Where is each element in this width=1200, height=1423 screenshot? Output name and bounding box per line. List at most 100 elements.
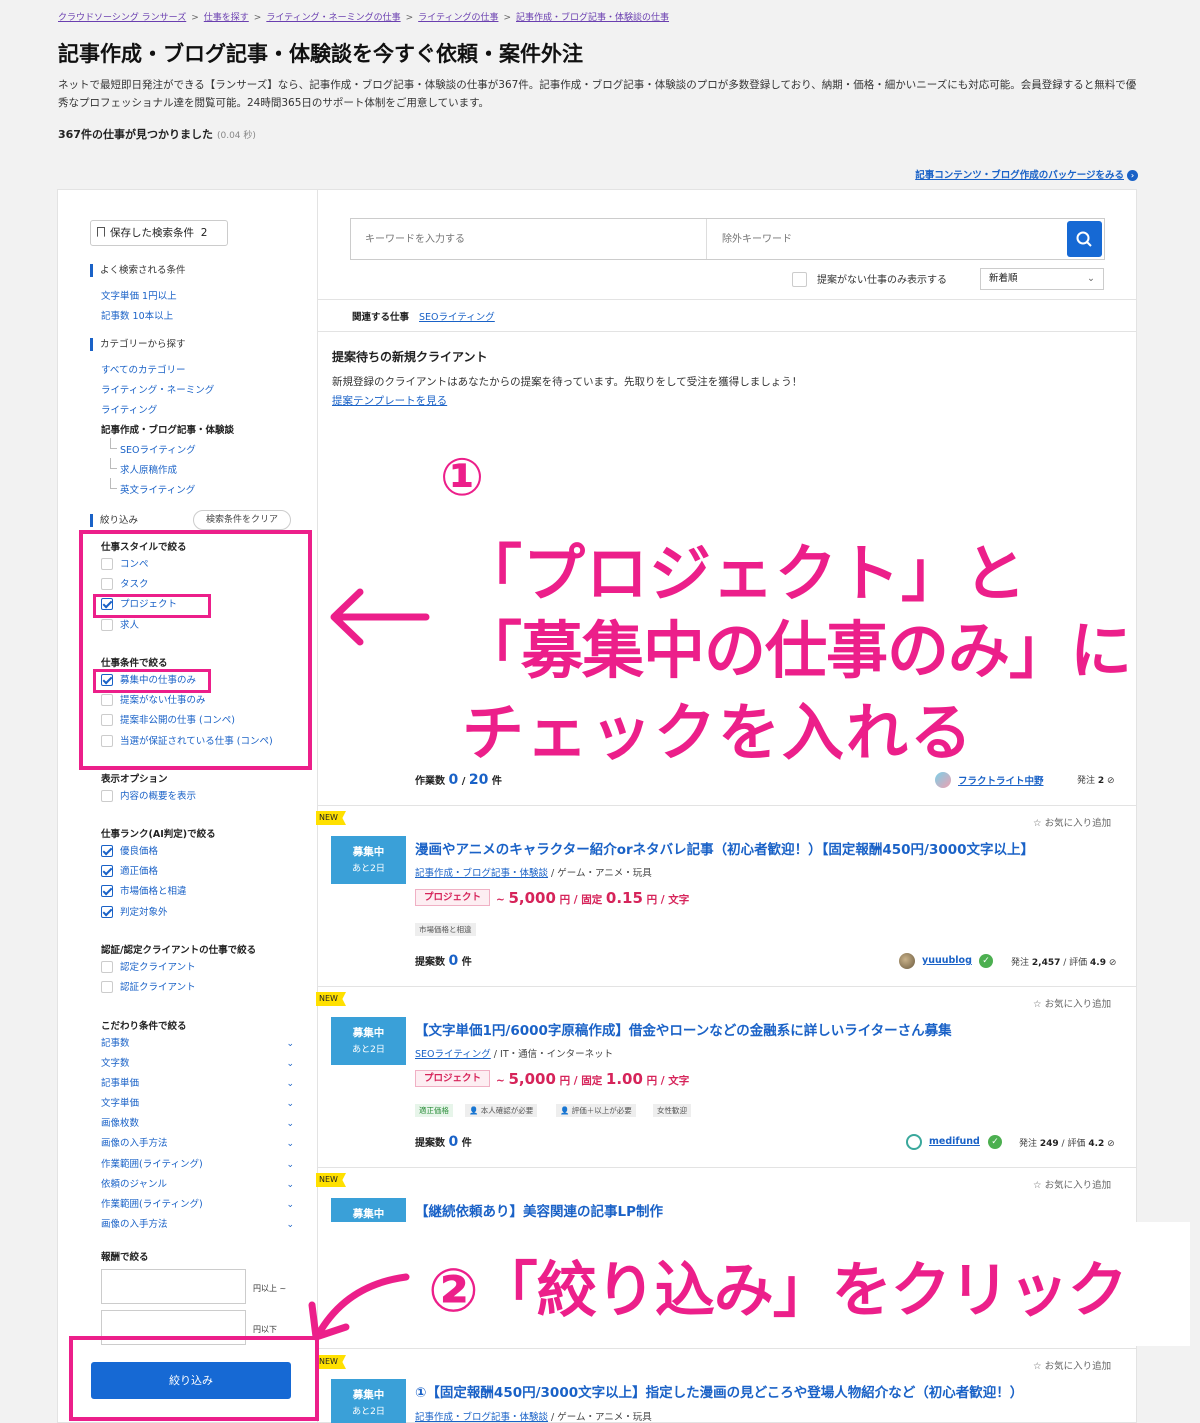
category-link[interactable]: 記事作成・ブログ記事・体験談 bbox=[415, 868, 548, 879]
package-link-text[interactable]: 記事コンテンツ・ブログ作成のパッケージをみる bbox=[915, 170, 1124, 181]
detail-dropdown[interactable]: 画像の入手方法 ⌄ bbox=[101, 1137, 294, 1151]
client-name[interactable]: フラクトライト中野 bbox=[958, 773, 1044, 787]
user-icon: 👤 bbox=[469, 1106, 479, 1115]
breadcrumb-item[interactable]: ライティング・ネーミングの仕事 bbox=[266, 13, 400, 23]
dropdown-label: 文字単価 bbox=[101, 1098, 140, 1109]
new-badge: NEW bbox=[316, 992, 346, 1006]
price-amount: 5,000 bbox=[508, 889, 556, 907]
detail-dropdown[interactable]: 作業範囲(ライティング) ⌄ bbox=[101, 1198, 294, 1212]
popular-condition-link[interactable]: 文字単価 1円以上 bbox=[101, 288, 177, 302]
keyword-input[interactable] bbox=[351, 219, 707, 259]
proposal-template-link[interactable]: 提案テンプレートを見る bbox=[332, 393, 447, 408]
status-box: 募集中 bbox=[331, 1198, 406, 1222]
favorite-button[interactable]: ☆ お気に入り追加 bbox=[1033, 996, 1111, 1010]
sidebar bbox=[57, 189, 318, 1423]
breadcrumb-item[interactable]: ライティングの仕事 bbox=[418, 13, 498, 23]
favorite-label: お気に入り追加 bbox=[1044, 999, 1112, 1010]
unit-price: 1.00 bbox=[605, 1070, 643, 1088]
new-badge: NEW bbox=[316, 1355, 346, 1369]
sub-category-link[interactable]: 求人原稿作成 bbox=[109, 458, 177, 476]
checkbox-checked[interactable] bbox=[101, 905, 113, 918]
option-label: 優良価格 bbox=[120, 846, 159, 857]
dropdown-label: 画像の入手方法 bbox=[101, 1138, 168, 1149]
no-proposal-filter[interactable]: 提案がない仕事のみ表示する bbox=[792, 271, 947, 288]
checkbox[interactable] bbox=[101, 980, 113, 993]
checkbox[interactable] bbox=[792, 271, 807, 287]
job-title[interactable]: 【継続依頼あり】美容関連の記事LP制作 bbox=[415, 1200, 663, 1220]
status-label: 募集中 bbox=[352, 1208, 385, 1220]
search-icon bbox=[1076, 231, 1092, 247]
block-icon[interactable]: ⊘ bbox=[1109, 958, 1117, 968]
block-icon[interactable]: ⊘ bbox=[1107, 776, 1115, 786]
related-link[interactable]: SEOライティング bbox=[419, 312, 495, 323]
client-name[interactable]: medifund bbox=[929, 1136, 980, 1147]
job-title[interactable]: 【文字単価1円/6000字原稿作成】借金やローンなどの金融系に詳しいライターさん… bbox=[415, 1019, 952, 1039]
option-label: 市場価格と相違 bbox=[120, 886, 187, 897]
detail-dropdown[interactable]: 記事数 ⌄ bbox=[101, 1037, 294, 1051]
result-count: 367件の仕事が見つかりました (0.04 秒) bbox=[58, 126, 256, 142]
project-tag: プロジェクト bbox=[415, 889, 491, 906]
rank-option[interactable]: 適正価格 bbox=[101, 864, 158, 879]
detail-dropdown[interactable]: 文字数 ⌄ bbox=[101, 1057, 294, 1071]
avatar[interactable] bbox=[906, 1134, 922, 1150]
detail-dropdown[interactable]: 画像枚数 ⌄ bbox=[101, 1117, 294, 1131]
detail-dropdown[interactable]: 作業範囲(ライティング) ⌄ bbox=[101, 1158, 294, 1172]
rank-option[interactable]: 判定対象外 bbox=[101, 905, 168, 920]
breadcrumb-item[interactable]: 仕事を探す bbox=[204, 13, 249, 23]
category-link[interactable]: 記事作成・ブログ記事・体験談 bbox=[415, 1412, 548, 1423]
detail-dropdown[interactable]: 記事単価 ⌄ bbox=[101, 1077, 294, 1091]
checkbox-checked[interactable] bbox=[101, 844, 113, 857]
clear-conditions-button[interactable]: 検索条件をクリア bbox=[193, 510, 291, 530]
price-amount: 5,000 bbox=[508, 1070, 556, 1088]
sub-category-link[interactable]: SEOライティング bbox=[110, 438, 196, 456]
checkbox[interactable] bbox=[101, 960, 113, 973]
checkbox-checked[interactable] bbox=[101, 864, 113, 877]
avatar[interactable] bbox=[899, 953, 915, 969]
rank-option[interactable]: 優良価格 bbox=[101, 844, 159, 859]
detail-dropdown[interactable]: 依頼のジャンル ⌄ bbox=[101, 1178, 294, 1192]
package-link[interactable]: 記事コンテンツ・ブログ作成のパッケージをみる › bbox=[915, 167, 1138, 181]
breadcrumb-item[interactable]: 記事作成・ブログ記事・体験談の仕事 bbox=[516, 13, 669, 23]
unit-price-suffix: 円 / 文字 bbox=[646, 894, 690, 906]
project-tag: プロジェクト bbox=[415, 1070, 491, 1087]
detail-condition-heading: こだわり条件で絞る bbox=[101, 1021, 187, 1032]
rating: 4.2 bbox=[1088, 1139, 1105, 1149]
reward-min-input[interactable] bbox=[101, 1269, 246, 1304]
cert-option[interactable]: 認証クライアント bbox=[101, 980, 196, 995]
client-name[interactable]: yuuublog bbox=[922, 955, 972, 966]
category-link[interactable]: SEOライティング bbox=[415, 1049, 491, 1060]
breadcrumb-item[interactable]: クラウドソーシング ランサーズ bbox=[58, 13, 186, 23]
popular-condition-link[interactable]: 記事数 10本以上 bbox=[101, 308, 173, 322]
proposal-count: 提案数 0 件 bbox=[415, 953, 472, 969]
related-label: 関連する仕事 bbox=[352, 312, 410, 323]
work-count-total: 20 bbox=[468, 772, 489, 788]
favorite-button[interactable]: ☆ お気に入り追加 bbox=[1033, 815, 1111, 829]
reward-max-unit: 円以下 bbox=[253, 1325, 277, 1334]
detail-dropdown[interactable]: 画像の入手方法 ⌄ bbox=[101, 1218, 294, 1232]
cert-option[interactable]: 認定クライアント bbox=[101, 960, 196, 975]
status-box: 募集中 あと2日 bbox=[331, 1017, 406, 1065]
favorite-button[interactable]: ☆ お気に入り追加 bbox=[1033, 1177, 1111, 1191]
checkbox[interactable] bbox=[101, 789, 113, 802]
display-option-summary[interactable]: 内容の概要を表示 bbox=[101, 789, 196, 804]
category-link[interactable]: ライティング bbox=[101, 402, 157, 416]
category-link[interactable]: ライティング・ネーミング bbox=[101, 382, 214, 396]
checkbox-checked[interactable] bbox=[101, 884, 113, 897]
block-icon[interactable]: ⊘ bbox=[1107, 1139, 1115, 1149]
rank-option[interactable]: 市場価格と相違 bbox=[101, 884, 187, 899]
exclude-keyword-input[interactable] bbox=[708, 219, 1065, 259]
sub-category-link[interactable]: 英文ライティング bbox=[109, 478, 195, 496]
saved-search-button[interactable]: 保存した検索条件 2 bbox=[90, 220, 228, 246]
avatar[interactable] bbox=[935, 772, 951, 788]
detail-dropdown[interactable]: 文字単価 ⌄ bbox=[101, 1097, 294, 1111]
new-client-title: 提案待ちの新規クライアント bbox=[332, 350, 488, 364]
job-title[interactable]: ①【固定報酬450円/3000文字以上】指定した漫画の見どころや登場人物紹介など… bbox=[415, 1381, 1023, 1401]
sort-select[interactable]: 新着順 ⌄ bbox=[980, 268, 1104, 290]
job-title[interactable]: 漫画やアニメのキャラクター紹介orネタバレ記事（初心者歓迎！）【固定報酬450円… bbox=[415, 838, 1034, 858]
category-link[interactable]: すべてのカテゴリー bbox=[101, 362, 185, 376]
option-label: 認証クライアント bbox=[120, 982, 196, 993]
search-button[interactable] bbox=[1067, 221, 1102, 257]
client-stats: 発注 249 / 評価 4.2 ⊘ bbox=[1019, 1139, 1115, 1149]
favorite-button[interactable]: ☆ お気に入り追加 bbox=[1033, 1358, 1111, 1372]
option-label: 認定クライアント bbox=[120, 962, 196, 973]
